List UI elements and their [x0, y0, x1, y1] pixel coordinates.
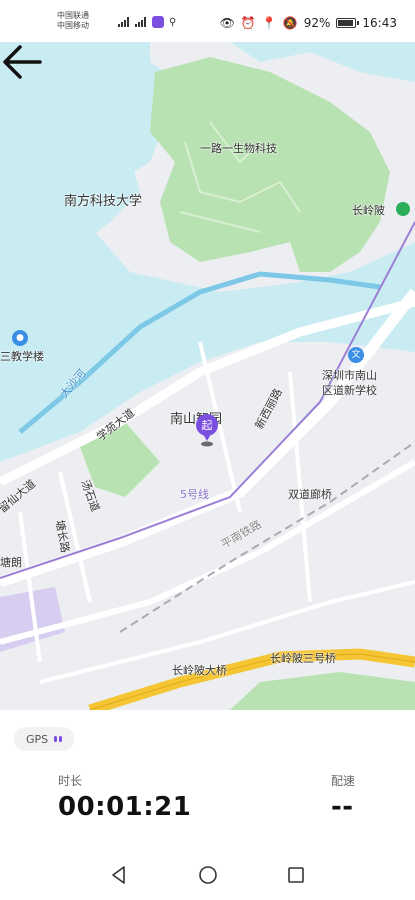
gps-signal-icon: [54, 736, 63, 742]
nav-home-icon[interactable]: [197, 864, 219, 886]
battery-percent: 92%: [303, 16, 331, 30]
poi-school-icon: ●: [12, 330, 28, 346]
status-bar: 中国联通 中国移动 ⚲ 👁 ⏰ 📍 🔕 92% 16:43: [0, 0, 415, 42]
system-nav-bar: [0, 850, 415, 900]
battery-icon: [336, 18, 360, 28]
carrier-2: 中国移动: [57, 21, 89, 30]
label-bridge-changlingpi: 长岭陂大桥: [172, 664, 227, 677]
park-area: [150, 57, 390, 272]
workout-panel: GPS 时长 00:01:21 配速 --: [0, 710, 415, 850]
alarm-icon: ⏰: [240, 16, 256, 30]
duration-label: 时长: [58, 774, 83, 788]
label-bridge-shuangdao: 双道廊桥: [288, 488, 332, 501]
gps-status: GPS: [14, 727, 75, 751]
carrier-labels: 中国联通 中国移动: [57, 11, 89, 31]
location-icon: 📍: [261, 16, 277, 30]
nav-recents-icon[interactable]: [285, 864, 307, 886]
pace-value: --: [331, 792, 354, 822]
nav-back-icon[interactable]: [108, 864, 130, 886]
label-metro-line: 5号线: [180, 488, 209, 501]
usb-icon: ⚲: [169, 16, 177, 28]
carrier-1: 中国联通: [57, 11, 89, 20]
label-bridge-changlingpi-3: 长岭陂三号桥: [270, 652, 336, 665]
poi-new-school-icon: 文: [348, 347, 364, 363]
label-new-school-2: 区道新学校: [322, 384, 377, 397]
clock: 16:43: [362, 16, 397, 30]
signal-icon-2: [135, 17, 147, 27]
label-park: 一路一生物科技: [200, 142, 277, 155]
back-arrow-icon[interactable]: [0, 42, 48, 82]
signal-icon: [118, 17, 130, 27]
app-notification-icon: [152, 16, 164, 28]
start-marker: 起: [195, 413, 219, 447]
start-marker-label: 起: [201, 419, 213, 432]
label-road-tanglang: 塘朗: [0, 556, 22, 569]
status-left-icons: ⚲: [118, 16, 176, 28]
eye-icon: 👁: [219, 16, 235, 30]
label-school: 三教学楼: [0, 350, 44, 363]
label-campus: 南方科技大学: [64, 194, 143, 209]
mute-icon: 🔕: [282, 16, 298, 30]
label-station-changlingpi: 长岭陂: [352, 204, 385, 217]
map-view[interactable]: 南方科技大学 一路一生物科技 长岭陂 ● 三教学楼 文 深圳市南山 区道新学校 …: [0, 42, 415, 710]
bottom-park: [230, 672, 415, 710]
metro-station-icon: [396, 202, 410, 216]
gps-label: GPS: [26, 732, 49, 746]
pace-label: 配速: [331, 774, 356, 788]
status-right: 👁 ⏰ 📍 🔕 92% 16:43: [220, 16, 397, 30]
duration-value: 00:01:21: [58, 792, 192, 822]
label-new-school-1: 深圳市南山: [322, 369, 377, 382]
